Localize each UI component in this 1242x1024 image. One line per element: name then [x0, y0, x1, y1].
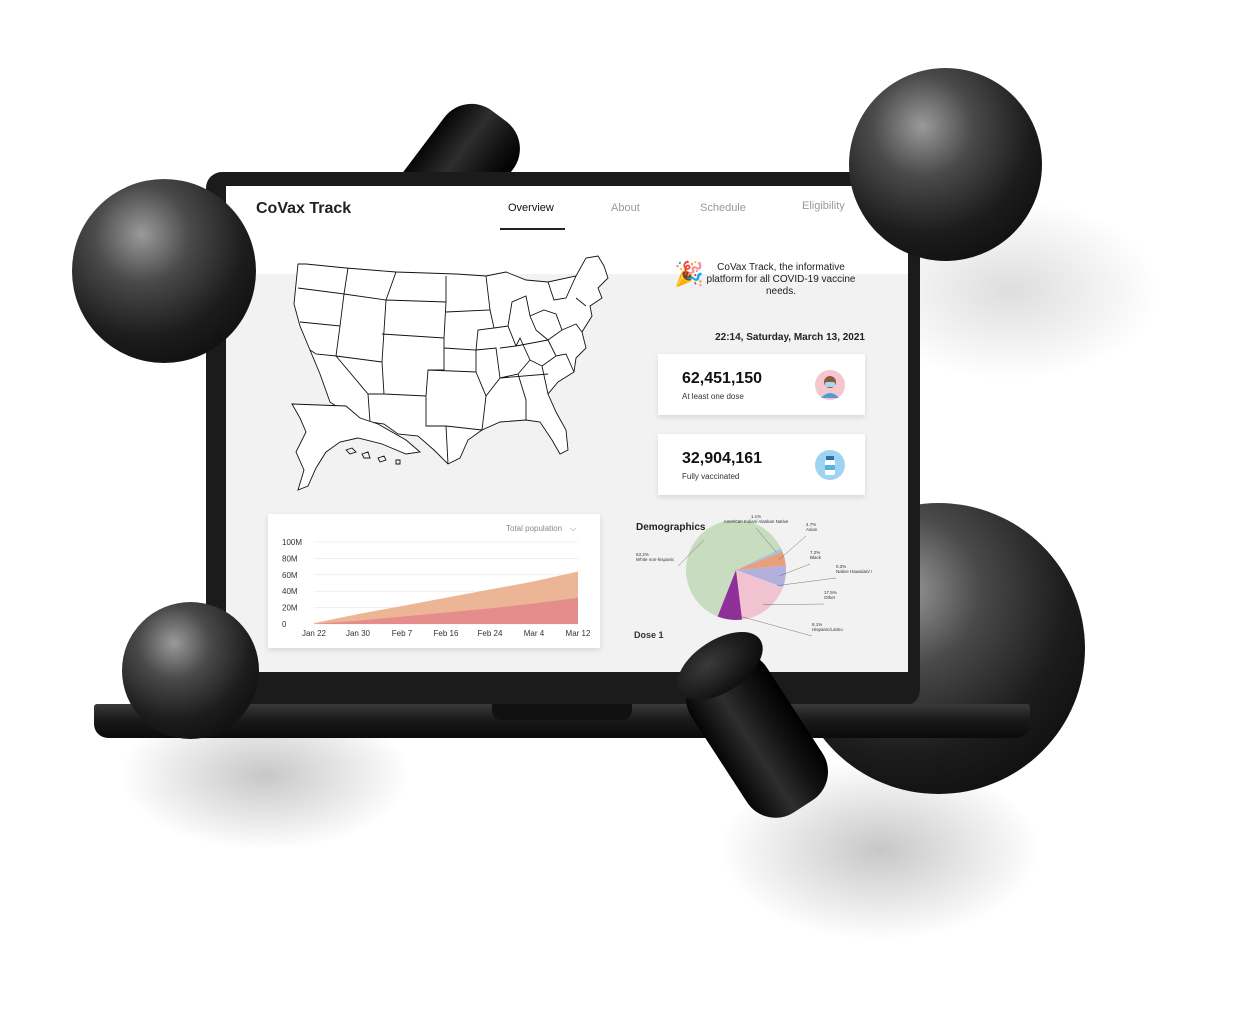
x-tick-label: Jan 22 [302, 629, 327, 638]
vaccine-vial-icon [815, 450, 845, 480]
dose-selector-label[interactable]: Dose 1 [634, 630, 664, 640]
us-map[interactable] [286, 254, 632, 494]
fully-vaccinated-count: 32,904,161 [682, 450, 763, 467]
fully-vaccinated-label: Fully vaccinated [682, 472, 740, 481]
area-chart: 0 20M 40M 60M 80M 100M Jan 22 Jan 30 Feb 7 Feb 16… [282, 538, 591, 638]
x-tick-label: Feb 7 [392, 629, 413, 638]
demographics-pie-chart[interactable]: 63.2%White non-hispanic1.1%American Indi… [626, 512, 872, 642]
x-tick-label: Feb 24 [478, 629, 503, 638]
laptop-notch [492, 704, 632, 720]
pie-leader-line [777, 577, 837, 586]
stat-card-first-dose[interactable]: 62,451,150 At least one dose [658, 354, 865, 415]
pie-slice-label: American Indian/ Alaskan Native [724, 519, 789, 524]
sphere-bottom-left-decoration [122, 602, 259, 739]
x-tick-label: Mar 12 [566, 629, 591, 638]
y-tick-label: 80M [282, 554, 298, 563]
stat-card-fully-vaccinated[interactable]: 32,904,161 Fully vaccinated [658, 434, 865, 495]
first-dose-label: At least one dose [682, 392, 744, 401]
nav-about[interactable]: About [611, 202, 640, 214]
laptop-screen: CoVax Track Overview About Schedule Elig… [226, 186, 908, 672]
current-datetime: 22:14, Saturday, March 13, 2021 [715, 332, 865, 343]
masked-person-icon [815, 370, 845, 400]
pie-slice-label: Other [824, 595, 836, 600]
nav-eligibility[interactable]: Eligibility [802, 200, 845, 212]
y-tick-label: 100M [282, 538, 302, 547]
x-tick-label: Mar 4 [524, 629, 545, 638]
nav-schedule[interactable]: Schedule [700, 202, 746, 214]
party-popper-icon: 🎉 [674, 261, 704, 288]
x-tick-label: Feb 16 [434, 629, 459, 638]
x-tick-label: Jan 30 [346, 629, 371, 638]
pie-slice-label: White non-hispanic [636, 557, 675, 562]
pie-slice-label: Asian [806, 527, 818, 532]
pie-slice-label: Hispanic/Latino [812, 627, 843, 632]
brand-title[interactable]: CoVax Track [256, 200, 351, 218]
vaccination-area-chart-card: Total population ⌵ 0 20M 40M 60M 80M 100M Jan … [268, 514, 600, 648]
intro-text: CoVax Track, the informative platform fo… [706, 262, 856, 297]
y-tick-label: 0 [282, 620, 287, 629]
nav-active-underline [500, 228, 565, 230]
pie-leader-line [778, 535, 807, 560]
sphere-left-decoration [72, 179, 256, 363]
nav-overview[interactable]: Overview [508, 202, 554, 214]
y-tick-label: 40M [282, 587, 298, 596]
pie-slice-label: Native Hawaiian/ Other pacific islander [836, 569, 872, 574]
pie-slice-label: Black [810, 555, 822, 560]
y-tick-label: 20M [282, 604, 298, 613]
y-tick-label: 60M [282, 571, 298, 580]
first-dose-count: 62,451,150 [682, 370, 763, 387]
sphere-top-right-decoration [849, 68, 1042, 261]
